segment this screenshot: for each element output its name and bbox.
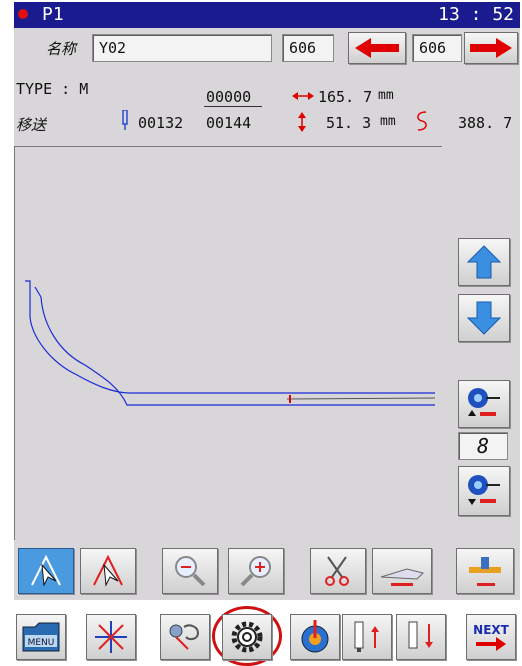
- page-number-field[interactable]: 606: [412, 34, 462, 62]
- select-tool-button[interactable]: [18, 548, 74, 594]
- menu-button[interactable]: MENU: [16, 614, 66, 660]
- feed-label: 移送: [16, 116, 47, 134]
- name-label: 名称: [46, 40, 77, 58]
- thread-tension-icon: [301, 620, 329, 653]
- needle-down-button[interactable]: [396, 614, 446, 660]
- height-value: 51. 3: [326, 114, 372, 132]
- needle-stop-button[interactable]: [456, 548, 514, 594]
- zoom-out-icon: [175, 556, 206, 587]
- counter-total: 00000: [206, 88, 252, 106]
- needle-down-icon: [408, 621, 433, 649]
- zoom-in-icon: [240, 556, 271, 587]
- type-label: TYPE : M: [16, 80, 89, 98]
- left-arrow-icon: [355, 38, 399, 58]
- settings-gear-icon: [231, 621, 263, 653]
- svg-text:MENU: MENU: [28, 638, 55, 648]
- pattern-center-line: [286, 397, 436, 400]
- title-bar: P1 13 : 52: [14, 2, 520, 28]
- next-icon: NEXT: [473, 622, 509, 651]
- stitch-length-icon: [417, 111, 427, 131]
- presser-foot-icon: [380, 568, 424, 586]
- previous-program-button[interactable]: [348, 32, 406, 64]
- presser-foot-button[interactable]: [372, 548, 432, 594]
- needle-stop-icon: [469, 557, 501, 586]
- next-label: NEXT: [473, 622, 509, 637]
- feed-forward-button[interactable]: [458, 380, 510, 428]
- counter-divider: [204, 106, 262, 107]
- pattern-canvas[interactable]: [14, 146, 442, 540]
- counter-current: 00132: [138, 114, 184, 132]
- width-unit: mm: [378, 88, 394, 103]
- menu-folder-icon: MENU: [22, 622, 60, 652]
- step-field[interactable]: 8: [458, 432, 508, 460]
- needle-up-button[interactable]: [342, 614, 392, 660]
- feed-backward-icon: [468, 475, 500, 505]
- origin-button[interactable]: [86, 614, 136, 660]
- pattern-inner-line: [34, 286, 435, 406]
- needle-icon: [122, 110, 128, 130]
- pattern-name-field[interactable]: Y02: [92, 34, 272, 62]
- right-arrow-icon: [470, 38, 512, 58]
- pattern-tool-button[interactable]: [80, 548, 136, 594]
- thread-trim-button[interactable]: [310, 548, 366, 594]
- needle-up-icon: [354, 621, 379, 652]
- user-tool-button[interactable]: [160, 614, 210, 660]
- program-number-field[interactable]: 606: [282, 34, 334, 62]
- feed-forward-icon: [468, 388, 500, 416]
- screen-title: P1: [42, 4, 64, 25]
- vertical-size-icon: [298, 112, 306, 132]
- scroll-up-button[interactable]: [458, 238, 510, 286]
- scroll-down-button[interactable]: [458, 294, 510, 342]
- height-unit: mm: [380, 114, 396, 129]
- zoom-out-button[interactable]: [162, 548, 218, 594]
- pattern-outer-line: [25, 280, 435, 394]
- settings-button[interactable]: [222, 614, 272, 660]
- clock: 13 : 52: [438, 4, 514, 25]
- scissors-icon: [325, 556, 349, 586]
- move-up-arrow-icon: [466, 245, 502, 279]
- next-program-button[interactable]: [464, 32, 518, 64]
- origin-icon: [95, 621, 127, 653]
- width-value: 165. 7: [318, 88, 373, 106]
- select-tool-icon: [31, 554, 61, 587]
- pattern-tool-icon: [93, 554, 123, 587]
- horizontal-size-icon: [292, 92, 314, 100]
- counter-end: 00144: [206, 114, 252, 132]
- user-tool-icon: [169, 624, 200, 650]
- pattern-drawing: [25, 280, 436, 406]
- length-value: 388. 7: [458, 114, 513, 132]
- next-button[interactable]: NEXT: [466, 614, 516, 660]
- status-indicator-icon: [18, 9, 28, 19]
- zoom-in-button[interactable]: [228, 548, 284, 594]
- feed-backward-button[interactable]: [458, 466, 510, 516]
- move-down-arrow-icon: [466, 301, 502, 335]
- thread-tension-button[interactable]: [290, 614, 340, 660]
